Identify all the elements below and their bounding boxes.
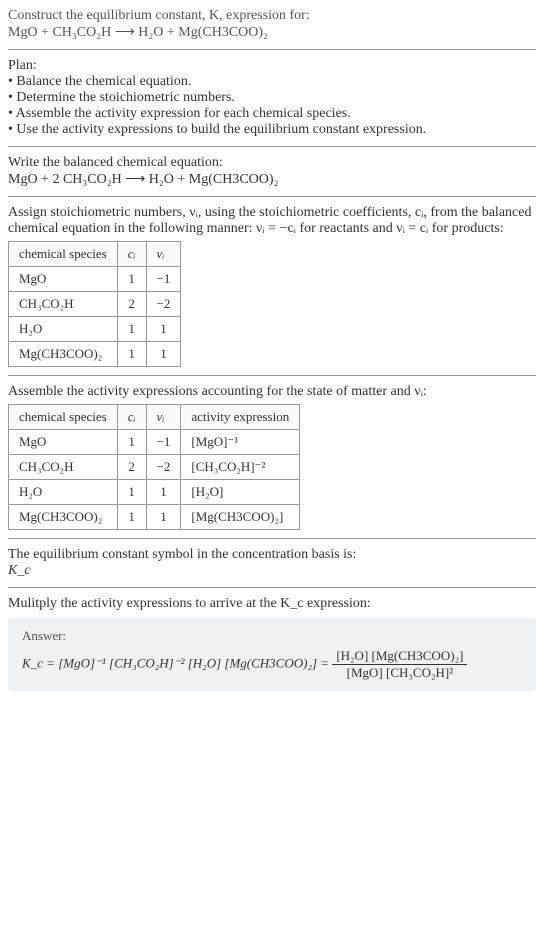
divider	[8, 49, 536, 50]
cell-vi: 1	[146, 342, 181, 367]
plan-heading: Plan:	[8, 58, 536, 74]
basis-heading: The equilibrium constant symbol in the c…	[8, 547, 536, 563]
cell-ci: 1	[117, 342, 146, 367]
cell-ci: 1	[117, 317, 146, 342]
balanced-equation: MgO + 2 CH₃CO₂H ⟶ H₂O + Mg(CH3COO)₂	[8, 171, 536, 188]
balanced-block: Write the balanced chemical equation: Mg…	[8, 155, 536, 188]
multiply-block: Mulitply the activity expressions to arr…	[8, 596, 536, 612]
col-ci: cᵢ	[117, 405, 146, 430]
cell-ci: 2	[117, 455, 146, 480]
plan-item: Balance the chemical equation.	[8, 74, 536, 90]
table-row: MgO 1 −1 [MgO]⁻¹	[9, 430, 300, 455]
col-vi: νᵢ	[146, 242, 181, 267]
col-expr: activity expression	[181, 405, 300, 430]
cell-vi: −2	[146, 292, 181, 317]
multiply-heading: Mulitply the activity expressions to arr…	[8, 596, 536, 612]
cell-expr: [CH₃CO₂H]⁻²	[181, 455, 300, 480]
answer-fraction: [H₂O] [Mg(CH3COO)₂] [MgO] [CH₃CO₂H]²	[332, 648, 467, 681]
plan-item: Use the activity expressions to build th…	[8, 122, 536, 138]
fraction-denominator: [MgO] [CH₃CO₂H]²	[332, 665, 467, 681]
fraction-numerator: [H₂O] [Mg(CH3COO)₂]	[332, 648, 467, 665]
question-lead: Construct the equilibrium constant, K, e…	[8, 8, 536, 24]
divider	[8, 375, 536, 376]
table-header-row: chemical species cᵢ νᵢ	[9, 242, 181, 267]
cell-species: MgO	[9, 267, 118, 292]
cell-ci: 1	[117, 480, 146, 505]
plan-item: Assemble the activity expression for eac…	[8, 106, 536, 122]
cell-vi: 1	[146, 505, 181, 530]
divider	[8, 587, 536, 588]
question-block: Construct the equilibrium constant, K, e…	[8, 8, 536, 41]
cell-vi: 1	[146, 480, 181, 505]
cell-ci: 1	[117, 430, 146, 455]
table-header-row: chemical species cᵢ νᵢ activity expressi…	[9, 405, 300, 430]
cell-vi: −1	[146, 267, 181, 292]
divider	[8, 538, 536, 539]
table-row: H₂O 1 1	[9, 317, 181, 342]
activity-table: chemical species cᵢ νᵢ activity expressi…	[8, 404, 300, 530]
answer-lhs: K_c = [MgO]⁻¹ [CH₃CO₂H]⁻² [H₂O] [Mg(CH3C…	[22, 655, 329, 670]
table-row: CH₃CO₂H 2 −2	[9, 292, 181, 317]
col-vi: νᵢ	[146, 405, 181, 430]
basis-symbol: K_c	[8, 563, 536, 579]
cell-expr: [MgO]⁻¹	[181, 430, 300, 455]
table-row: Mg(CH3COO)₂ 1 1	[9, 342, 181, 367]
plan-item: Determine the stoichiometric numbers.	[8, 90, 536, 106]
divider	[8, 196, 536, 197]
table-row: H₂O 1 1 [H₂O]	[9, 480, 300, 505]
plan-list: Balance the chemical equation. Determine…	[8, 74, 536, 138]
activity-heading: Assemble the activity expressions accoun…	[8, 384, 536, 400]
cell-species: Mg(CH3COO)₂	[9, 342, 118, 367]
col-species: chemical species	[9, 242, 118, 267]
answer-label: Answer:	[22, 628, 522, 644]
cell-species: H₂O	[9, 317, 118, 342]
basis-block: The equilibrium constant symbol in the c…	[8, 547, 536, 579]
cell-vi: −2	[146, 455, 181, 480]
table-row: CH₃CO₂H 2 −2 [CH₃CO₂H]⁻²	[9, 455, 300, 480]
cell-species: CH₃CO₂H	[9, 455, 118, 480]
question-equation: MgO + CH₃CO₂H ⟶ H₂O + Mg(CH3COO)₂	[8, 24, 536, 41]
cell-ci: 2	[117, 292, 146, 317]
activity-block: Assemble the activity expressions accoun…	[8, 384, 536, 530]
answer-expression: K_c = [MgO]⁻¹ [CH₃CO₂H]⁻² [H₂O] [Mg(CH3C…	[22, 648, 522, 681]
col-ci: cᵢ	[117, 242, 146, 267]
col-species: chemical species	[9, 405, 118, 430]
cell-ci: 1	[117, 267, 146, 292]
question-lead-text: Construct the equilibrium constant, K, e…	[8, 8, 310, 23]
cell-ci: 1	[117, 505, 146, 530]
stoich-table: chemical species cᵢ νᵢ MgO 1 −1 CH₃CO₂H …	[8, 241, 181, 367]
table-row: Mg(CH3COO)₂ 1 1 [Mg(CH3COO)₂]	[9, 505, 300, 530]
cell-species: CH₃CO₂H	[9, 292, 118, 317]
table-row: MgO 1 −1	[9, 267, 181, 292]
stoich-heading: Assign stoichiometric numbers, νᵢ, using…	[8, 205, 536, 237]
answer-box: Answer: K_c = [MgO]⁻¹ [CH₃CO₂H]⁻² [H₂O] …	[8, 618, 536, 691]
cell-expr: [Mg(CH3COO)₂]	[181, 505, 300, 530]
cell-species: MgO	[9, 430, 118, 455]
balanced-heading: Write the balanced chemical equation:	[8, 155, 536, 171]
cell-species: Mg(CH3COO)₂	[9, 505, 118, 530]
divider	[8, 146, 536, 147]
stoich-block: Assign stoichiometric numbers, νᵢ, using…	[8, 205, 536, 367]
cell-expr: [H₂O]	[181, 480, 300, 505]
cell-vi: −1	[146, 430, 181, 455]
plan-block: Plan: Balance the chemical equation. Det…	[8, 58, 536, 138]
cell-vi: 1	[146, 317, 181, 342]
cell-species: H₂O	[9, 480, 118, 505]
